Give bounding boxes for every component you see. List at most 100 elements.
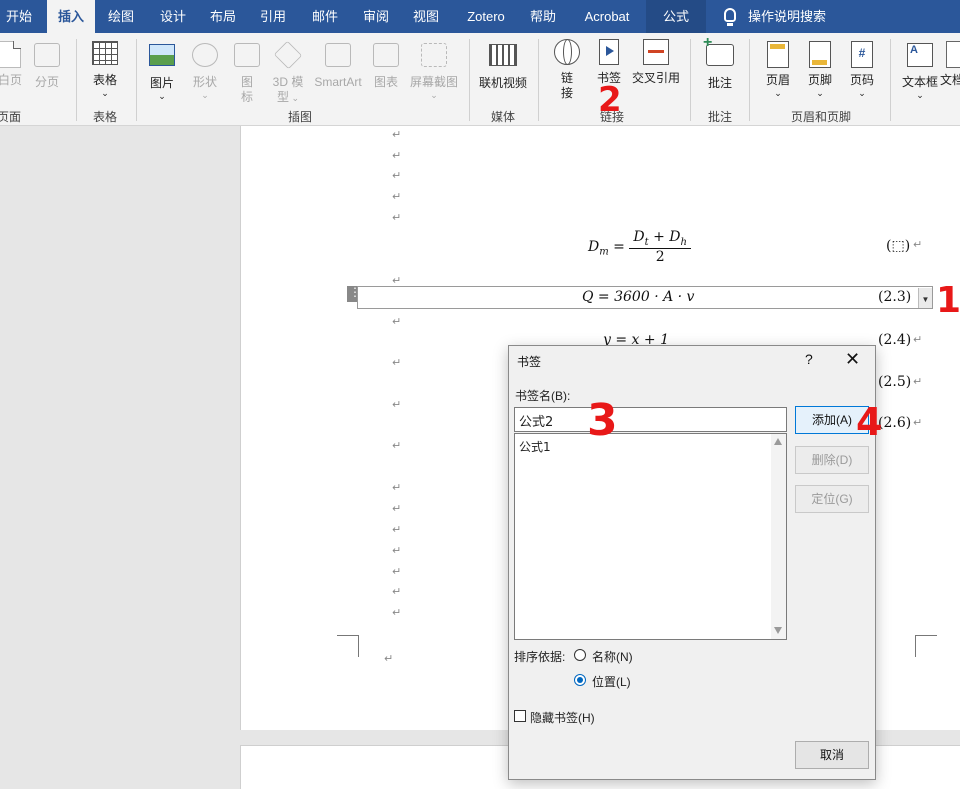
equation-options-dropdown[interactable]: ▼ <box>918 288 932 308</box>
separator <box>538 39 539 121</box>
cancel-button[interactable]: 取消 <box>795 741 869 769</box>
tab-view[interactable]: 视图 <box>405 0 447 33</box>
screenshot-button[interactable]: 屏幕截图 ⌄ <box>406 41 462 100</box>
paragraph-mark: ↵ <box>392 190 402 203</box>
blank-page-icon <box>0 41 21 68</box>
equation-number-2-4: (2.4) <box>878 332 912 348</box>
paragraph-mark: ↵ <box>913 333 923 346</box>
3d-models-button[interactable]: 3D 模 型 ⌄ <box>268 40 308 106</box>
shapes-label: 形状 <box>192 75 217 89</box>
chart-button[interactable]: 图表 <box>370 41 402 90</box>
3d-models-label-2: 型 <box>276 90 289 104</box>
equation-number-2-3: (2.3) <box>878 289 912 305</box>
header-button[interactable]: 页眉 ⌄ <box>762 41 794 98</box>
bookmark-list[interactable]: 公式1 <box>514 433 787 640</box>
paragraph-mark: ↵ <box>913 238 923 251</box>
smartart-icon <box>325 43 351 67</box>
tab-insert[interactable]: 插入 <box>47 0 95 33</box>
page-number-button[interactable]: # 页码 ⌄ <box>846 41 878 98</box>
table-button[interactable]: 表格 ⌄ <box>86 41 124 98</box>
paragraph-mark: ↵ <box>913 416 923 429</box>
bookmark-button[interactable]: 书签 <box>593 39 625 86</box>
ribbon-insert: 白页 分页 页面 表格 ⌄ 表格 图片 ⌄ 形状 ⌄ 图 标 3D 模 型 ⌄ … <box>0 33 960 126</box>
separator <box>76 39 77 121</box>
tab-acrobat[interactable]: Acrobat <box>576 0 638 33</box>
link-label-2: 接 <box>560 86 573 100</box>
close-icon[interactable]: ✕ <box>845 349 860 370</box>
eq1-num-sub2: h <box>680 236 687 248</box>
sort-by-name-radio[interactable]: 名称(N) <box>574 648 633 665</box>
list-item[interactable]: 公式1 <box>519 438 551 455</box>
icons-icon <box>234 43 260 67</box>
sort-by-position-radio[interactable]: 位置(L) <box>574 673 631 690</box>
bookmark-dialog: 书签 ? ✕ 书签名(B): 公式2 公式1 添加(A) 删除(D) 定位(G)… <box>508 345 876 780</box>
paragraph-mark: ↵ <box>392 211 402 224</box>
paragraph-mark: ↵ <box>392 315 402 328</box>
smartart-label: SmartArt <box>314 75 362 89</box>
tab-zotero[interactable]: Zotero <box>458 0 514 33</box>
paragraph-mark: ↵ <box>392 439 402 452</box>
goto-button[interactable]: 定位(G) <box>795 485 869 513</box>
text-more-button[interactable]: 文档 <box>940 41 960 88</box>
margin-corner-mark <box>915 635 937 657</box>
tab-review[interactable]: 审阅 <box>355 0 397 33</box>
shapes-icon <box>192 43 218 67</box>
picture-button[interactable]: 图片 ⌄ <box>145 41 179 101</box>
footer-button[interactable]: 页脚 ⌄ <box>804 41 836 98</box>
tell-me-label: 操作说明搜索 <box>748 9 827 24</box>
bookmark-name-input[interactable]: 公式2 <box>514 407 787 432</box>
annotation-3: 3 <box>587 395 618 446</box>
group-header-footer-label: 页眉和页脚 <box>790 110 851 124</box>
bookmark-name-label: 书签名(B): <box>515 389 571 403</box>
separator <box>469 39 470 121</box>
hidden-bookmarks-checkbox[interactable]: 隐藏书签(H) <box>514 709 595 726</box>
tab-help[interactable]: 帮助 <box>521 0 565 33</box>
link-button[interactable]: 链 接 <box>550 39 584 101</box>
tab-references[interactable]: 引用 <box>252 0 294 33</box>
chevron-down-icon: ⌄ <box>774 88 782 98</box>
page-number-label: 页码 <box>849 73 874 87</box>
online-video-label: 联机视频 <box>478 76 527 90</box>
scroll-up-icon[interactable] <box>774 438 782 445</box>
eq1-num: D <box>633 229 645 245</box>
scroll-down-icon[interactable] <box>774 627 782 634</box>
annotation-1: 1 <box>936 280 960 321</box>
equation-drag-handle[interactable] <box>347 285 361 302</box>
shapes-button[interactable]: 形状 ⌄ <box>187 41 223 100</box>
tab-home[interactable]: 开始 <box>0 0 38 33</box>
tab-layout[interactable]: 布局 <box>202 0 244 33</box>
tab-draw[interactable]: 绘图 <box>100 0 142 33</box>
comment-button[interactable]: 批注 <box>701 35 739 91</box>
list-scrollbar[interactable] <box>771 434 786 639</box>
tab-equation[interactable]: 公式 <box>646 0 706 33</box>
paragraph-mark: ↵ <box>392 398 402 411</box>
blank-page-label: 白页 <box>0 73 22 87</box>
ribbon-tab-bar: 开始 插入 绘图 设计 布局 引用 邮件 审阅 视图 Zotero 帮助 Acr… <box>0 0 960 33</box>
table-icon <box>92 41 118 65</box>
footer-label: 页脚 <box>807 73 832 87</box>
picture-icon <box>149 44 175 66</box>
paragraph-mark: ↵ <box>392 544 402 557</box>
tab-design[interactable]: 设计 <box>152 0 194 33</box>
online-video-button[interactable]: 联机视频 <box>476 41 530 91</box>
tell-me-search[interactable]: 操作说明搜索 <box>720 0 880 33</box>
icons-button[interactable]: 图 标 <box>232 41 262 105</box>
paragraph-mark: ↵ <box>392 565 402 578</box>
paragraph-mark: ↵ <box>392 481 402 494</box>
smartart-button[interactable]: SmartArt <box>310 41 366 90</box>
textbox-button[interactable]: A 文本框 ⌄ <box>900 41 940 100</box>
picture-label: 图片 <box>149 76 174 90</box>
cross-reference-button[interactable]: 交叉引用 <box>630 39 682 86</box>
tab-mailings[interactable]: 邮件 <box>304 0 346 33</box>
chevron-down-icon: ⌄ <box>158 91 166 101</box>
blank-page-button[interactable]: 白页 <box>0 41 28 88</box>
separator <box>890 39 891 121</box>
equation-q[interactable]: Q = 3600 · A · v <box>582 289 694 305</box>
cross-reference-icon <box>643 39 669 65</box>
help-button[interactable]: ? <box>805 351 813 367</box>
page-break-button[interactable]: 分页 <box>30 41 64 90</box>
equation-dm[interactable]: Dm = Dt + Dh 2 <box>588 229 691 265</box>
equation-number-2-6: (2.6) <box>878 415 912 431</box>
link-label-1: 链 <box>560 71 573 85</box>
delete-button[interactable]: 删除(D) <box>795 446 869 474</box>
